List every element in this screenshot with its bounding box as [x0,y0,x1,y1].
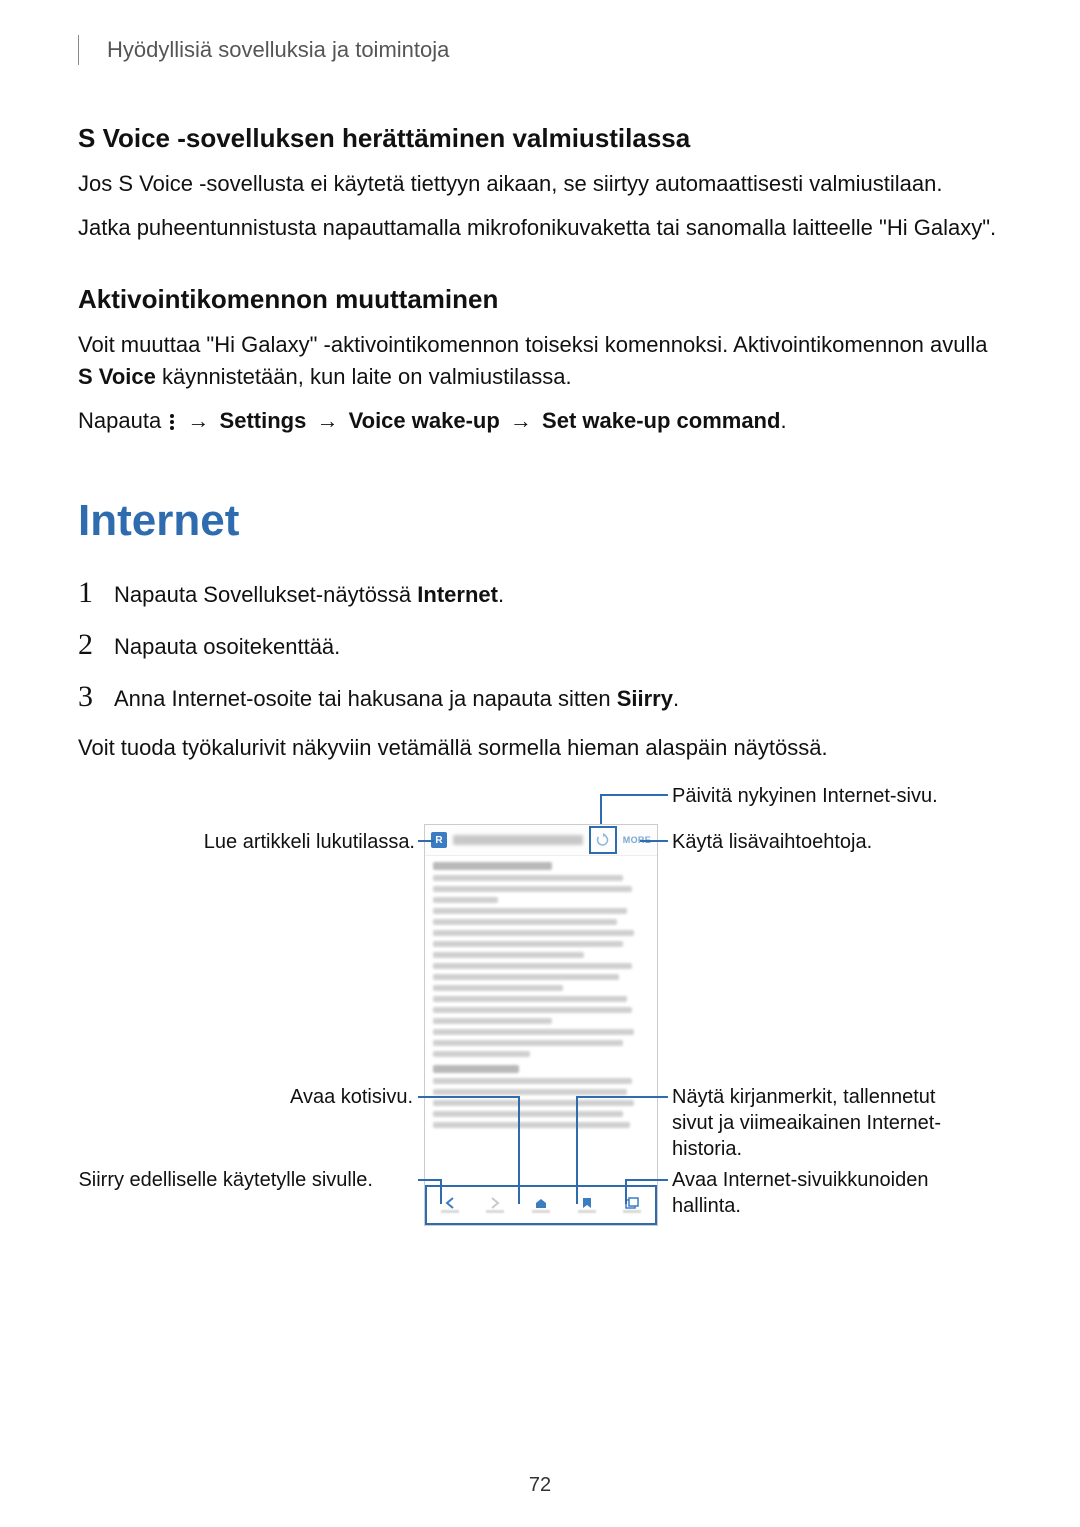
leader-line [418,1179,440,1181]
text-bold: Internet [417,582,498,607]
leader-line [640,840,668,842]
tabs-icon [609,1187,655,1223]
activation-change-p2: Napauta → Settings → Voice wake-up → Set… [78,405,1002,437]
text-bold: Siirry [617,686,673,711]
leader-line [600,794,668,796]
text: . [498,582,504,607]
internet-after-text: Voit tuoda työkalurivit näkyviin vetämäl… [78,732,1002,764]
text: . [673,686,679,711]
leader-line [600,794,602,824]
phone-bottom-bar [425,1185,657,1225]
svoice-wake-title: S Voice -sovelluksen herättäminen valmiu… [78,123,1002,154]
text: käynnistetään, kun laite on valmiustilas… [156,364,572,389]
callout-back: Siirry edelliselle käytetylle sivulle. [73,1167,373,1193]
leader-line [440,1179,442,1204]
leader-line [576,1096,578,1204]
callout-refresh: Päivitä nykyinen Internet-sivu. [672,783,938,809]
step-number: 1 [78,576,114,610]
step-number: 2 [78,628,114,662]
callout-home: Avaa kotisivu. [188,1084,413,1110]
callout-reader: Lue artikkeli lukutilassa. [133,829,415,855]
voice-wakeup-label: Voice wake-up [349,408,500,433]
leader-line [418,840,434,842]
phone-toolbar: MORE [425,825,657,856]
text-bold: S Voice [78,364,156,389]
refresh-icon [589,826,617,854]
callout-more: Käytä lisävaihtoehtoja. [672,829,872,855]
leader-line [518,1096,520,1204]
activation-change-title: Aktivointikomennon muuttaminen [78,284,1002,315]
step-3: 3 Anna Internet-osoite tai hakusana ja n… [78,680,1002,714]
home-icon [518,1187,564,1223]
text: Anna Internet-osoite tai hakusana ja nap… [114,686,617,711]
arrow-icon: → [187,408,209,433]
svoice-wake-p2: Jatka puheentunnistusta napauttamalla mi… [78,212,1002,244]
text: Napauta Sovellukset-näytössä [114,582,417,607]
forward-icon [473,1187,519,1223]
internet-figure: MORE [78,789,1002,1319]
text: Voit muuttaa "Hi Galaxy" -aktivointikome… [78,332,988,357]
leader-line [625,1179,627,1204]
bookmark-icon [564,1187,610,1223]
settings-label: Settings [220,408,307,433]
leader-line [576,1096,668,1098]
kebab-icon [169,413,175,431]
internet-title: Internet [78,496,1002,546]
phone-screenshot: MORE [424,824,658,1226]
page-number: 72 [0,1474,1080,1497]
url-bar [453,835,583,845]
activation-change-p1: Voit muuttaa "Hi Galaxy" -aktivointikome… [78,329,1002,393]
arrow-icon: → [510,408,532,433]
callout-bookmarks: Näytä kirjanmerkit, tallennetut sivut ja… [672,1084,972,1162]
step-2: 2 Napauta osoitekenttää. [78,628,1002,662]
leader-line [625,1179,668,1181]
set-wakeup-label: Set wake-up command [542,408,780,433]
step-1: 1 Napauta Sovellukset-näytössä Internet. [78,576,1002,610]
svoice-wake-p1: Jos S Voice -sovellusta ei käytetä tiett… [78,168,1002,200]
text: Napauta [78,408,167,433]
section-tab-marker [78,35,79,65]
step-number: 3 [78,680,114,714]
text: Napauta osoitekenttää. [114,634,340,660]
leader-line [418,1096,518,1098]
breadcrumb: Hyödyllisiä sovelluksia ja toimintoja [107,37,449,63]
callout-tabs: Avaa Internet-sivuikkunoiden hallinta. [672,1167,972,1219]
back-icon [427,1187,473,1223]
arrow-icon: → [316,408,338,433]
